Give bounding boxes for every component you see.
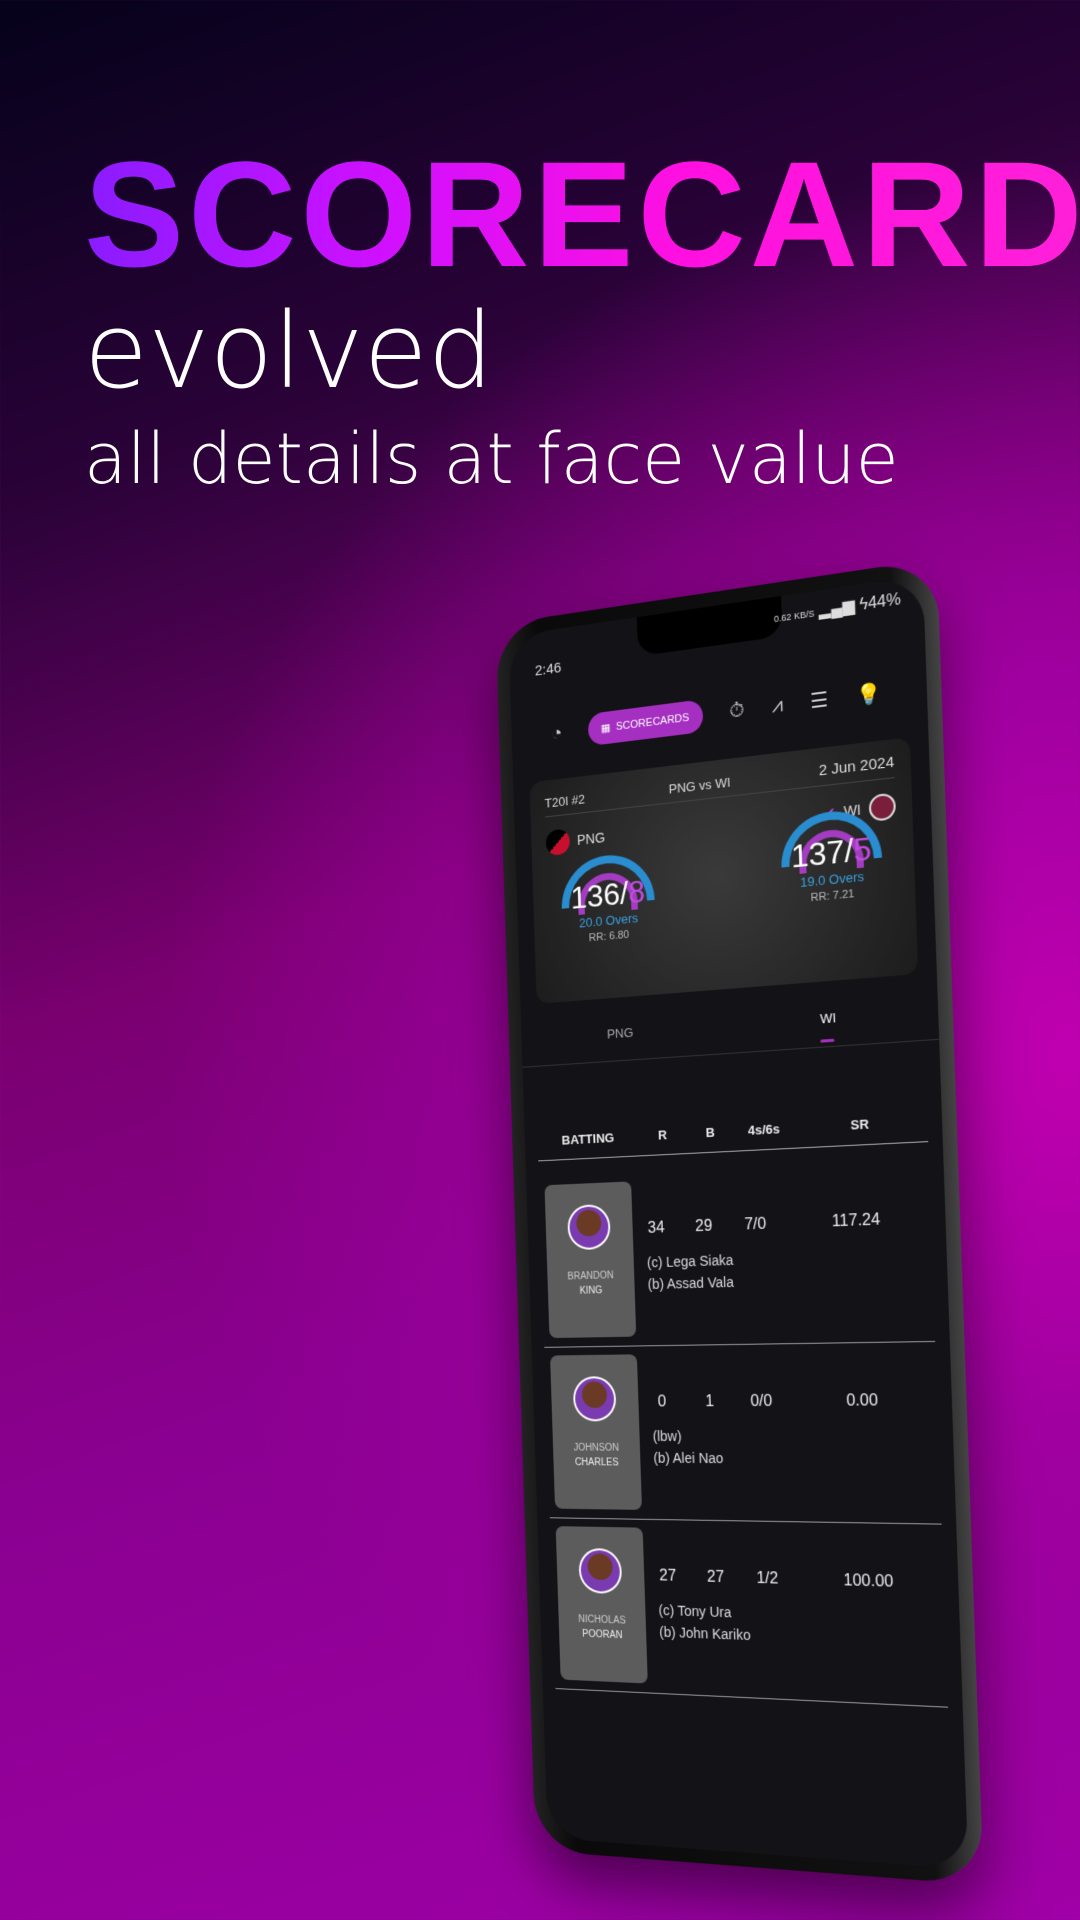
header-b: B — [705, 1124, 716, 1141]
png-flag-icon — [545, 828, 571, 857]
player-first-name: NICHOLAS — [578, 1614, 626, 1627]
stopwatch-icon[interactable]: ⏱ — [729, 699, 745, 724]
balls: 29 — [695, 1217, 713, 1236]
hero-subtitle: evolved — [84, 290, 494, 412]
strike-rate: 117.24 — [831, 1211, 881, 1231]
player-first-name: JOHNSON — [573, 1442, 620, 1454]
team-2-gauge: 137/5 19.0 Overs RR: 7.21 — [775, 806, 889, 928]
hero-title: SCORECARD — [84, 128, 1080, 301]
trend-icon[interactable]: ⩘ — [771, 694, 783, 719]
status-right: 0.62 KB/S ▂▄▆ ϟ44% — [774, 589, 902, 628]
runs: 34 — [647, 1219, 665, 1237]
table-header: BATTING R B 4s/6s SR — [537, 1113, 929, 1162]
player-card[interactable]: NICHOLAS POORAN — [555, 1526, 648, 1684]
player-last-name: KING — [579, 1285, 603, 1297]
match-date: 2 Jun 2024 — [818, 753, 895, 780]
runs: 0 — [657, 1393, 667, 1411]
list-icon[interactable]: ☰ — [810, 687, 829, 715]
header-r: R — [657, 1127, 668, 1143]
team-1-runs: 136 — [570, 875, 621, 916]
player-avatar — [572, 1376, 617, 1422]
speedometer-icon[interactable]: ◔ — [551, 722, 563, 746]
tab-png[interactable]: PNG — [521, 1004, 723, 1066]
player-card[interactable]: BRANDON KING — [544, 1181, 637, 1339]
strike-rate: 0.00 — [846, 1392, 879, 1410]
header-4s6s: 4s/6s — [747, 1121, 781, 1138]
team-1-name: PNG — [576, 829, 606, 848]
header-batting: BATTING — [561, 1130, 615, 1148]
batting-rows: BRANDON KING 34 29 7/0 117.24 (c) Lega Siaka… — [538, 1159, 949, 1708]
tab-scorecards[interactable]: ▦ SCORECARDS — [587, 699, 704, 747]
app-screen: 2:46 0.62 KB/S ▂▄▆ ϟ44% ◔ ▦ SCORECARDS ⏱ … — [508, 575, 969, 1870]
dismissal-line-2: (b) Alei Nao — [653, 1450, 724, 1467]
team-1-wkts: 8 — [627, 873, 646, 911]
fours-sixes: 7/0 — [744, 1215, 767, 1234]
balls: 1 — [705, 1393, 715, 1411]
hero-tagline: all details at face value — [84, 418, 899, 500]
runs: 27 — [659, 1567, 677, 1585]
player-last-name: CHARLES — [574, 1457, 619, 1469]
match-title: PNG vs WI — [668, 774, 731, 797]
fours-sixes: 0/0 — [750, 1392, 773, 1411]
player-first-name: BRANDON — [567, 1270, 614, 1283]
dismissal-line-1: (lbw) — [652, 1428, 682, 1445]
bulb-icon[interactable]: 💡 — [856, 680, 882, 709]
header-sr: SR — [850, 1116, 870, 1133]
match-type: T20I #2 — [544, 791, 586, 811]
table-row[interactable]: JOHNSON CHARLES 0 1 0/0 0.00 (lbw) (b) Alei N… — [544, 1341, 942, 1525]
tab-wi[interactable]: WI — [721, 988, 939, 1053]
team-1: PNG — [545, 824, 606, 857]
balls: 27 — [706, 1568, 725, 1587]
tab-label: SCORECARDS — [615, 711, 690, 733]
team-2-runs: 137 — [790, 832, 846, 875]
fours-sixes: 1/2 — [756, 1569, 779, 1588]
player-avatar — [578, 1547, 623, 1595]
grid-icon: ▦ — [600, 721, 611, 735]
phone-mockup: 2:46 0.62 KB/S ▂▄▆ ϟ44% ◔ ▦ SCORECARDS ⏱ … — [495, 558, 984, 1886]
status-time: 2:46 — [534, 659, 562, 680]
team-2-wkts: 5 — [852, 829, 873, 869]
notch — [636, 595, 783, 657]
player-last-name: POORAN — [582, 1628, 623, 1642]
table-row[interactable]: NICHOLAS POORAN 27 27 1/2 100.00 (c) Tony Ur… — [549, 1518, 949, 1708]
player-card[interactable]: JOHNSON CHARLES — [550, 1354, 643, 1510]
table-row[interactable]: BRANDON KING 34 29 7/0 117.24 (c) Lega Siaka… — [538, 1159, 936, 1348]
strike-rate: 100.00 — [843, 1572, 894, 1591]
net-speed: 0.62 KB/S — [773, 608, 815, 625]
team-1-gauge: 136/8 20.0 Overs RR: 6.80 — [556, 850, 661, 947]
match-card[interactable]: T20I #2 PNG vs WI 2 Jun 2024 PNG ✔ WI 136/8… — [529, 737, 919, 1004]
battery: 44% — [867, 590, 902, 613]
player-avatar — [567, 1203, 611, 1251]
signal-icon: ▂▄▆ — [818, 597, 856, 620]
